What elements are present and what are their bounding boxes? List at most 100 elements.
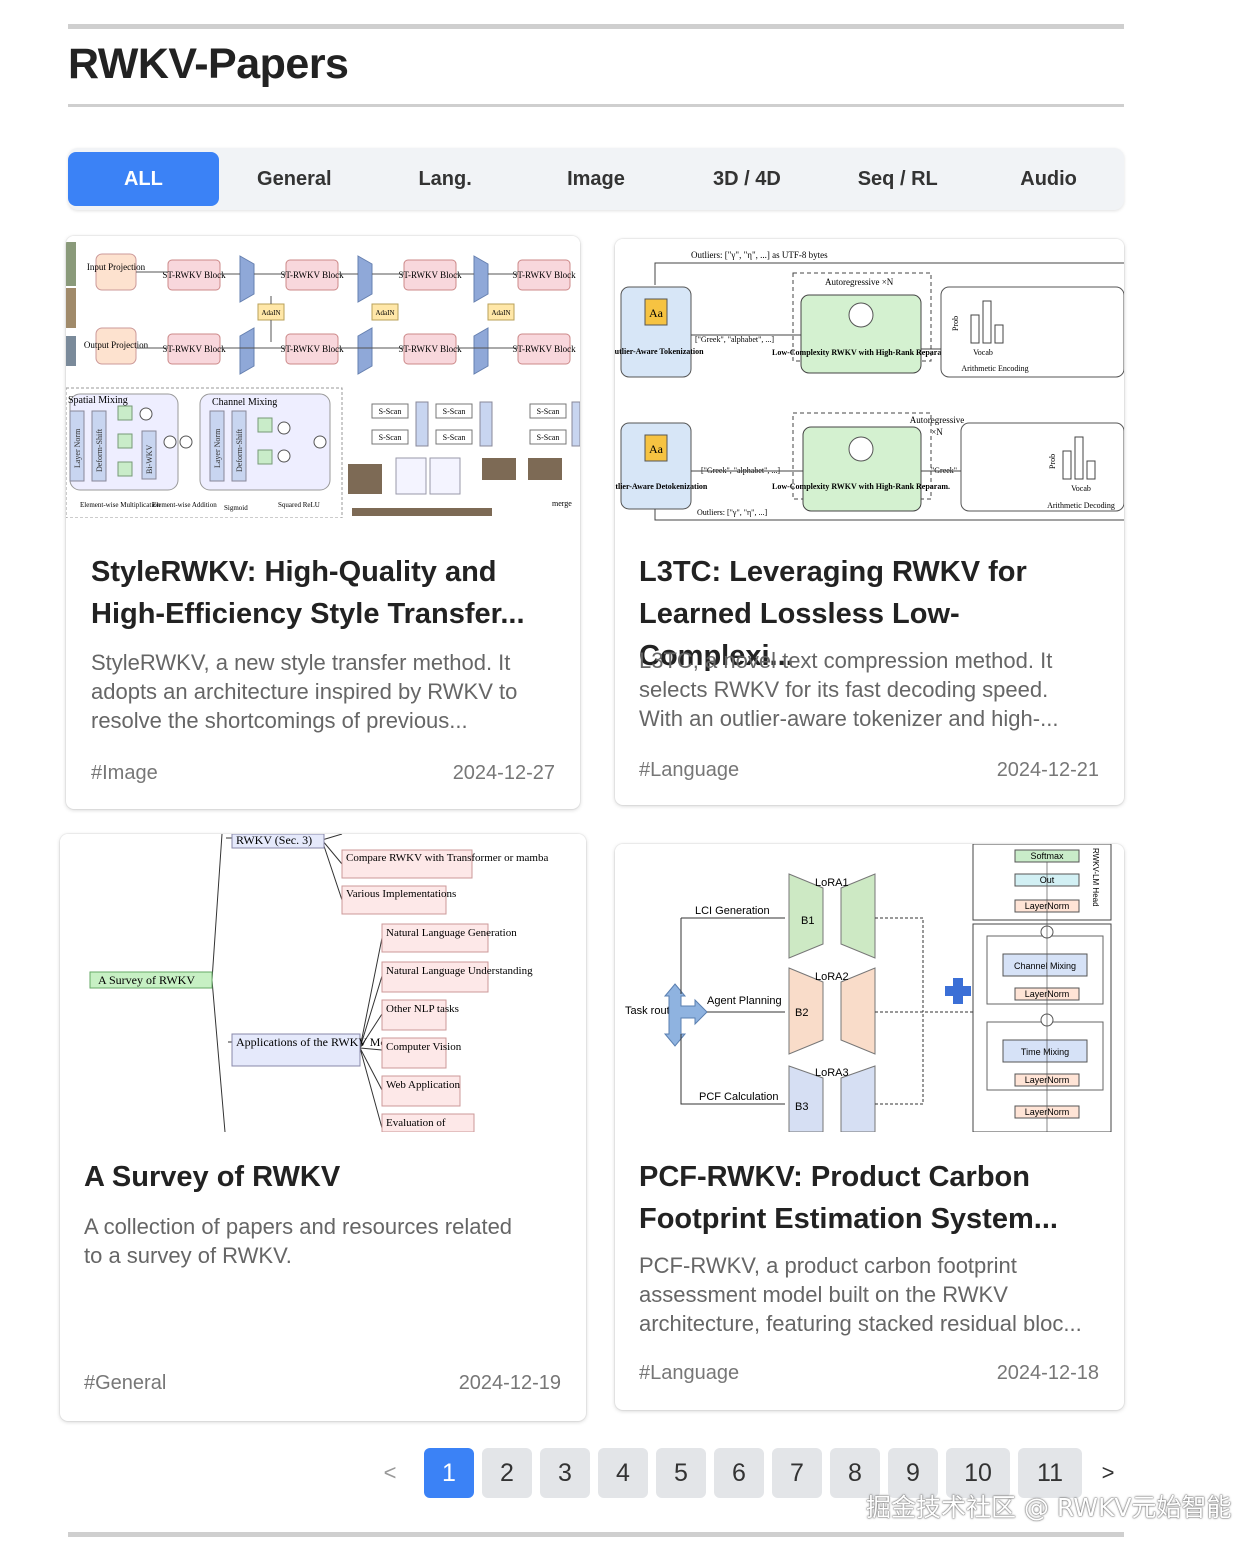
svg-text:S-Scan: S-Scan — [443, 407, 466, 416]
paper-figure: Input Projection Output Projection ST-RW… — [66, 236, 580, 518]
page-button-4[interactable]: 4 — [598, 1448, 648, 1498]
svg-text:ST-RWKV Block: ST-RWKV Block — [280, 344, 344, 354]
svg-text:Computer Vision: Computer Vision — [386, 1041, 462, 1053]
svg-text:Natural Language Understanding: Natural Language Understanding — [386, 965, 533, 977]
svg-text:Squared ReLU: Squared ReLU — [278, 501, 320, 509]
page-button-5[interactable]: 5 — [656, 1448, 706, 1498]
svg-text:Channel Mixing: Channel Mixing — [1014, 961, 1076, 971]
svg-text:AdaIN: AdaIN — [261, 309, 280, 317]
paper-card-survey[interactable]: A Survey of RWKV RWKV (Sec. 3) Compare R… — [60, 834, 586, 1421]
svg-text:Element-wise Multiplication: Element-wise Multiplication — [80, 501, 161, 509]
card-title[interactable]: StyleRWKV: High-Quality and High-Efficien… — [91, 551, 561, 635]
svg-text:Autoregressive ×N: Autoregressive ×N — [825, 277, 894, 287]
tab-lang[interactable]: Lang. — [370, 152, 521, 206]
svg-text:Vocab: Vocab — [973, 348, 993, 357]
svg-text:ST-RWKV Block: ST-RWKV Block — [512, 344, 576, 354]
tab-all[interactable]: ALL — [68, 152, 219, 206]
svg-text:LoRA2: LoRA2 — [815, 971, 849, 983]
svg-text:B1: B1 — [801, 915, 814, 927]
svg-text:Outlier-Aware Tokenization: Outlier-Aware Tokenization — [615, 347, 704, 356]
svg-text:Arithmetic Encoding: Arithmetic Encoding — [961, 364, 1028, 373]
watermark: 掘金技术社区 @ RWKV元始智能 — [866, 1493, 1232, 1522]
card-tag[interactable]: #Language — [639, 1362, 739, 1385]
svg-text:Layer Norm: Layer Norm — [213, 428, 222, 468]
svg-text:Vocab: Vocab — [1071, 484, 1091, 493]
title-divider — [68, 104, 1124, 107]
page-button-6[interactable]: 6 — [714, 1448, 764, 1498]
svg-text:Spatial Mixing: Spatial Mixing — [68, 395, 128, 406]
svg-text:ST-RWKV Block: ST-RWKV Block — [162, 270, 226, 280]
svg-text:RWKV-LM Head: RWKV-LM Head — [1091, 848, 1100, 907]
svg-text:Outlier-Aware Detokenization: Outlier-Aware Detokenization — [615, 482, 708, 491]
paper-card-l3tc[interactable]: Outliers: ["γ", "η", ...] as UTF-8 bytes… — [615, 239, 1124, 805]
card-title[interactable]: PCF-RWKV: Product Carbon Footprint Estima… — [639, 1156, 1109, 1240]
svg-text:Various Implementations: Various Implementations — [346, 888, 456, 900]
paper-figure: Outliers: ["γ", "η", ...] as UTF-8 bytes… — [615, 239, 1124, 523]
svg-text:ST-RWKV Block: ST-RWKV Block — [162, 344, 226, 354]
svg-text:A Survey of RWKV: A Survey of RWKV — [98, 973, 195, 987]
svg-text:S-Scan: S-Scan — [537, 433, 560, 442]
svg-text:Aa: Aa — [649, 442, 664, 456]
page-button-7[interactable]: 7 — [772, 1448, 822, 1498]
svg-text:PCF Calculation: PCF Calculation — [699, 1091, 778, 1103]
svg-text:ST-RWKV Block: ST-RWKV Block — [512, 270, 576, 280]
svg-text:LoRA3: LoRA3 — [815, 1067, 849, 1079]
card-description: A collection of papers and resources rel… — [84, 1214, 513, 1268]
svg-text:Prob: Prob — [951, 316, 960, 331]
svg-text:Outliers: ["γ", "η", ...] as U: Outliers: ["γ", "η", ...] as UTF-8 bytes — [691, 250, 828, 260]
svg-text:LoRA1: LoRA1 — [815, 877, 849, 889]
tab-image[interactable]: Image — [521, 152, 672, 206]
svg-text:S-Scan: S-Scan — [379, 407, 402, 416]
svg-text:B2: B2 — [795, 1007, 808, 1019]
svg-text:Compare RWKV with Transformer: Compare RWKV with Transformer or mamba — [346, 852, 548, 864]
tab-seq-rl[interactable]: Seq / RL — [822, 152, 973, 206]
paper-card-pcf-rwkv[interactable]: Task routing LCI Generation Agent Planni… — [615, 844, 1124, 1410]
svg-text:Deform-Shift: Deform-Shift — [235, 428, 244, 472]
top-divider — [68, 24, 1124, 29]
card-description: StyleRWKV, a new style transfer method. … — [91, 650, 518, 733]
svg-text:Sigmoid: Sigmoid — [224, 504, 248, 512]
paper-figure: Task routing LCI Generation Agent Planni… — [615, 844, 1124, 1132]
svg-text:Autoregressive: Autoregressive — [910, 415, 964, 425]
svg-text:Evaluation of: Evaluation of — [386, 1117, 446, 1129]
svg-text:S-Scan: S-Scan — [537, 407, 560, 416]
card-description: PCF-RWKV, a product carbon footprint asse… — [639, 1253, 1082, 1336]
card-title[interactable]: A Survey of RWKV — [84, 1156, 554, 1198]
prev-page-button[interactable]: < — [372, 1448, 408, 1498]
svg-text:Layer Norm: Layer Norm — [73, 428, 82, 468]
svg-text:Element-wise Addition: Element-wise Addition — [152, 501, 217, 509]
svg-text:Time Mixing: Time Mixing — [1021, 1047, 1069, 1057]
bottom-divider — [68, 1532, 1124, 1537]
svg-text:LCI Generation: LCI Generation — [695, 905, 770, 917]
paper-card-stylerwkv[interactable]: Input Projection Output Projection ST-RW… — [66, 236, 580, 809]
page-button-3[interactable]: 3 — [540, 1448, 590, 1498]
card-date: 2024-12-18 — [996, 1362, 1099, 1384]
svg-text:B3: B3 — [795, 1101, 808, 1113]
svg-text:Softmax: Softmax — [1030, 851, 1064, 861]
svg-text:Channel Mixing: Channel Mixing — [212, 397, 277, 408]
card-description: L3TC, a novel text compression method. I… — [639, 648, 1059, 731]
tab-audio[interactable]: Audio — [973, 152, 1124, 206]
svg-text:S-Scan: S-Scan — [443, 433, 466, 442]
svg-text:merge: merge — [552, 499, 572, 508]
svg-text:×N: ×N — [931, 427, 943, 437]
tab-3d-4d[interactable]: 3D / 4D — [671, 152, 822, 206]
page-button-2[interactable]: 2 — [482, 1448, 532, 1498]
svg-text:Input Projection: Input Projection — [87, 262, 146, 272]
page-button-1[interactable]: 1 — [424, 1448, 474, 1498]
svg-text:Bi-WKV: Bi-WKV — [145, 444, 154, 474]
svg-text:Deform-Shift: Deform-Shift — [95, 428, 104, 472]
card-tag[interactable]: #Image — [91, 762, 158, 785]
svg-text:Prob: Prob — [1048, 454, 1057, 469]
svg-text:ST-RWKV Block: ST-RWKV Block — [398, 270, 462, 280]
tab-general[interactable]: General — [219, 152, 370, 206]
svg-text:ST-RWKV Block: ST-RWKV Block — [280, 270, 344, 280]
svg-text:Web Application: Web Application — [386, 1079, 460, 1091]
svg-text:Natural Language Generation: Natural Language Generation — [386, 927, 517, 939]
svg-text:AdaIN: AdaIN — [491, 309, 510, 317]
card-tag[interactable]: #Language — [639, 759, 739, 782]
category-tabs: ALL General Lang. Image 3D / 4D Seq / RL… — [68, 148, 1124, 210]
svg-text:ST-RWKV Block: ST-RWKV Block — [398, 344, 462, 354]
paper-figure: A Survey of RWKV RWKV (Sec. 3) Compare R… — [60, 834, 586, 1132]
card-tag[interactable]: #General — [84, 1372, 166, 1395]
